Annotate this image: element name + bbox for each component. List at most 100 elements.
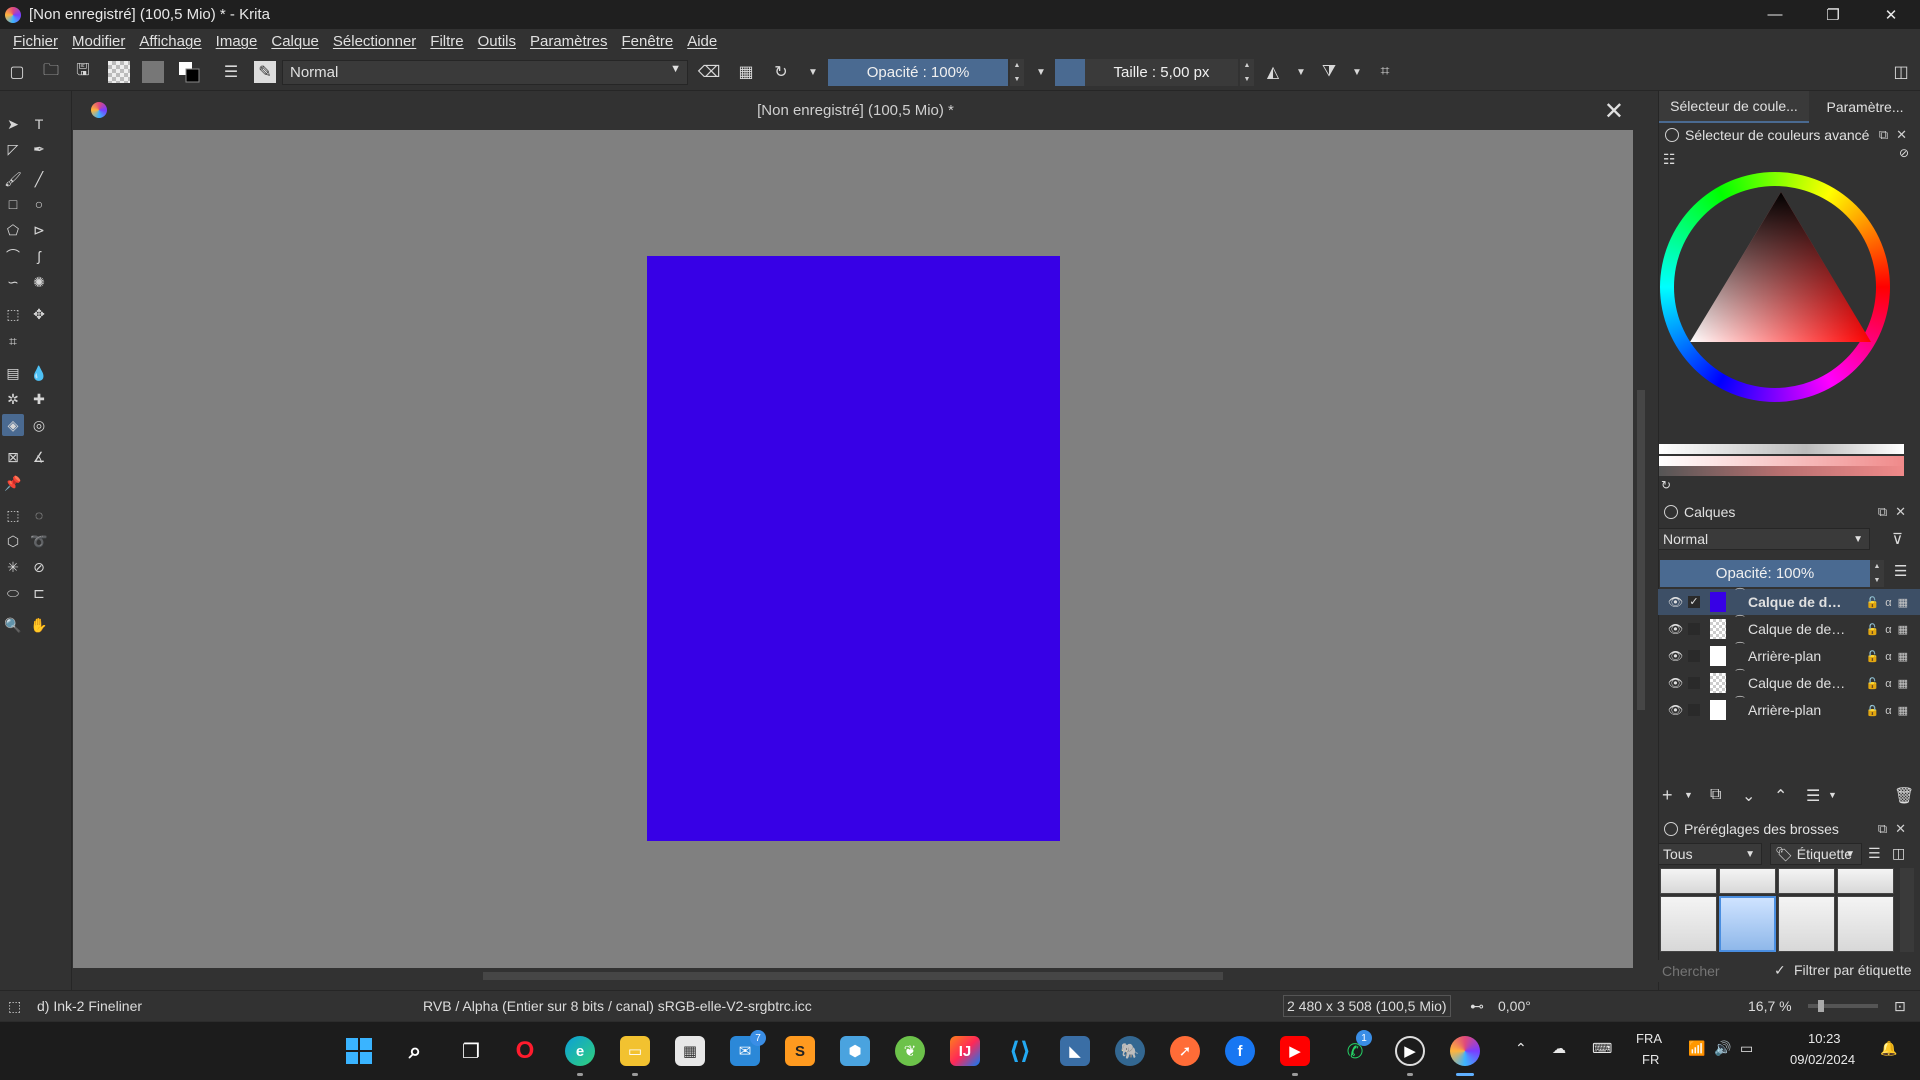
- facebook-icon[interactable]: f: [1225, 1036, 1255, 1066]
- opacity-slider[interactable]: Opacité : 100%: [828, 59, 1008, 86]
- magnetic-select-icon[interactable]: ⊏: [28, 582, 50, 604]
- size-slider[interactable]: Taille : 5,00 px: [1085, 59, 1238, 86]
- volume-icon[interactable]: 🔊: [1714, 1040, 1731, 1057]
- fill-tool-icon[interactable]: ◈: [2, 414, 24, 436]
- youtube-icon[interactable]: ▶: [1280, 1036, 1310, 1066]
- dock-float-close-icon[interactable]: ⧉✕: [1878, 821, 1914, 837]
- mirror-vertical-dropdown-icon[interactable]: ▼: [1346, 61, 1368, 83]
- menu-calque[interactable]: Calque: [264, 33, 326, 50]
- task-view-icon[interactable]: ❐: [456, 1036, 486, 1066]
- menu-modifier[interactable]: Modifier: [65, 33, 132, 50]
- close-button[interactable]: ✕: [1862, 0, 1920, 29]
- vertical-scrollbar[interactable]: [1633, 130, 1649, 968]
- brush-preset-tile[interactable]: [1660, 896, 1717, 952]
- dock-lock-icon[interactable]: [1665, 128, 1679, 142]
- layer-row[interactable]: 👁 ⁀ Calque de dessi... 🔓α▦: [1658, 616, 1920, 642]
- document-canvas[interactable]: [647, 256, 1060, 841]
- layer-properties-dropdown-icon[interactable]: ▼: [1828, 790, 1837, 800]
- brush-preset-icon[interactable]: ✎: [254, 61, 276, 83]
- zoom-tool-icon[interactable]: 🔍: [2, 614, 24, 636]
- polyline-tool-icon[interactable]: ⊳: [28, 219, 50, 241]
- virtualbox-icon[interactable]: ⬢: [840, 1036, 870, 1066]
- vertical-scroll-thumb[interactable]: [1637, 390, 1645, 710]
- keyboard-icon[interactable]: ⌨: [1592, 1040, 1612, 1057]
- layer-flags-icon[interactable]: 🔓α▦: [1866, 650, 1914, 663]
- layer-row[interactable]: 👁 ⁀ Calque de dessi... 🔓α▦: [1658, 670, 1920, 696]
- layer-checkbox[interactable]: [1688, 650, 1700, 662]
- wifi-icon[interactable]: 📶: [1688, 1040, 1705, 1057]
- layer-row[interactable]: 👁 ✓ ⁀ Calque de des... 🔓α▦: [1658, 589, 1920, 615]
- language-bottom[interactable]: FR: [1642, 1052, 1659, 1067]
- contiguous-select-icon[interactable]: ✳: [2, 556, 24, 578]
- open-document-icon[interactable]: 🗀: [40, 61, 62, 83]
- layer-properties-icon[interactable]: ☰: [1806, 786, 1820, 806]
- horizontal-scroll-thumb[interactable]: [483, 972, 1223, 980]
- chevron-up-icon[interactable]: ⌃: [1515, 1040, 1527, 1057]
- add-layer-dropdown-icon[interactable]: ▼: [1684, 790, 1693, 800]
- menu-selectionner[interactable]: Sélectionner: [326, 33, 423, 50]
- zoom-slider[interactable]: [1808, 1000, 1878, 1012]
- brush-search-input[interactable]: [1658, 960, 1764, 982]
- layer-checkbox[interactable]: [1688, 677, 1700, 689]
- color-picker-icon[interactable]: 💧: [28, 362, 50, 384]
- blend-mode-dropdown[interactable]: Normal ▼: [282, 60, 688, 85]
- red-slider[interactable]: [1659, 456, 1904, 466]
- opera-icon[interactable]: O: [510, 1036, 540, 1066]
- layer-row[interactable]: 👁 ⁀ Arrière-plan 🔓α▦: [1658, 643, 1920, 669]
- reset-color-icon[interactable]: ⊘: [1899, 146, 1909, 160]
- crop-tool-icon[interactable]: ⌗: [2, 330, 24, 352]
- menu-affichage[interactable]: Affichage: [132, 33, 208, 50]
- pattern-icon[interactable]: [142, 61, 164, 83]
- layer-opacity-spinner[interactable]: ▲ ▼: [1870, 560, 1884, 587]
- brush-preset-tile[interactable]: [1778, 868, 1835, 894]
- language-top[interactable]: FRA: [1636, 1031, 1662, 1046]
- menu-image[interactable]: Image: [209, 33, 265, 50]
- assistant-tool-icon[interactable]: ⊠: [2, 446, 24, 468]
- workspace-icon[interactable]: ◫: [1890, 61, 1912, 83]
- maximize-button[interactable]: ❐: [1804, 0, 1862, 29]
- ellipse-select-icon[interactable]: ◌: [28, 504, 50, 526]
- gradient-pattern-icon[interactable]: [108, 61, 130, 83]
- calligraphy-icon[interactable]: ✒: [28, 138, 50, 160]
- bezier-select-icon[interactable]: ⬭: [2, 582, 24, 604]
- size-spinner[interactable]: ▲ ▼: [1240, 59, 1254, 86]
- layer-menu-icon[interactable]: ☰: [1894, 562, 1907, 580]
- duplicate-layer-icon[interactable]: ⧉: [1710, 786, 1721, 804]
- similar-select-icon[interactable]: ⊘: [28, 556, 50, 578]
- refresh-icon[interactable]: ↻: [1661, 478, 1671, 492]
- rect-select-icon[interactable]: ⬚: [2, 504, 24, 526]
- eye-icon[interactable]: 👁: [1668, 703, 1683, 717]
- search-icon[interactable]: ⌕: [400, 1036, 430, 1066]
- mirror-vertical-icon[interactable]: ⧩: [1318, 61, 1340, 83]
- color-triangle[interactable]: [1678, 190, 1874, 344]
- dock-lock-icon[interactable]: [1664, 505, 1678, 519]
- brush-preset-tile[interactable]: [1778, 896, 1835, 952]
- sublime-text-icon[interactable]: S: [785, 1036, 815, 1066]
- menu-outils[interactable]: Outils: [471, 33, 523, 50]
- reference-images-icon[interactable]: 📌: [2, 472, 24, 494]
- edge-icon[interactable]: e: [565, 1036, 595, 1066]
- rectangle-tool-icon[interactable]: □: [2, 193, 24, 215]
- layer-row[interactable]: 👁 ⁀ Arrière-plan 🔒α▦: [1658, 697, 1920, 723]
- dock-float-close-icon[interactable]: ⧉✕: [1878, 504, 1914, 520]
- media-player-icon[interactable]: ▶: [1395, 1036, 1425, 1066]
- brush-presets-scrollbar[interactable]: [1900, 868, 1914, 952]
- battery-icon[interactable]: ▭: [1740, 1040, 1753, 1057]
- transform-tool-icon[interactable]: ⬚: [2, 303, 24, 325]
- save-icon[interactable]: 🖫: [72, 61, 94, 83]
- multibrush-icon[interactable]: ✺: [28, 271, 50, 293]
- menu-filtre[interactable]: Filtre: [423, 33, 470, 50]
- notification-bell-icon[interactable]: 🔔: [1880, 1040, 1897, 1057]
- select-shapes-icon[interactable]: ➤: [2, 113, 24, 135]
- store-icon[interactable]: ▦: [675, 1036, 705, 1066]
- brush-panel-options-icon[interactable]: ◫: [1892, 845, 1905, 862]
- size-slider-fill[interactable]: [1055, 59, 1085, 86]
- move-layer-up-icon[interactable]: ⌃: [1774, 786, 1787, 806]
- filter-icon[interactable]: ⊽: [1892, 530, 1903, 548]
- mysql-workbench-icon[interactable]: ◣: [1060, 1036, 1090, 1066]
- text-tool-icon[interactable]: T: [28, 113, 50, 135]
- vscode-icon[interactable]: ⟨⟩: [1005, 1036, 1035, 1066]
- brush-settings-icon[interactable]: ☰: [220, 61, 242, 83]
- layer-flags-icon[interactable]: 🔓α▦: [1866, 677, 1914, 690]
- bezier-tool-icon[interactable]: ⌒: [2, 245, 24, 267]
